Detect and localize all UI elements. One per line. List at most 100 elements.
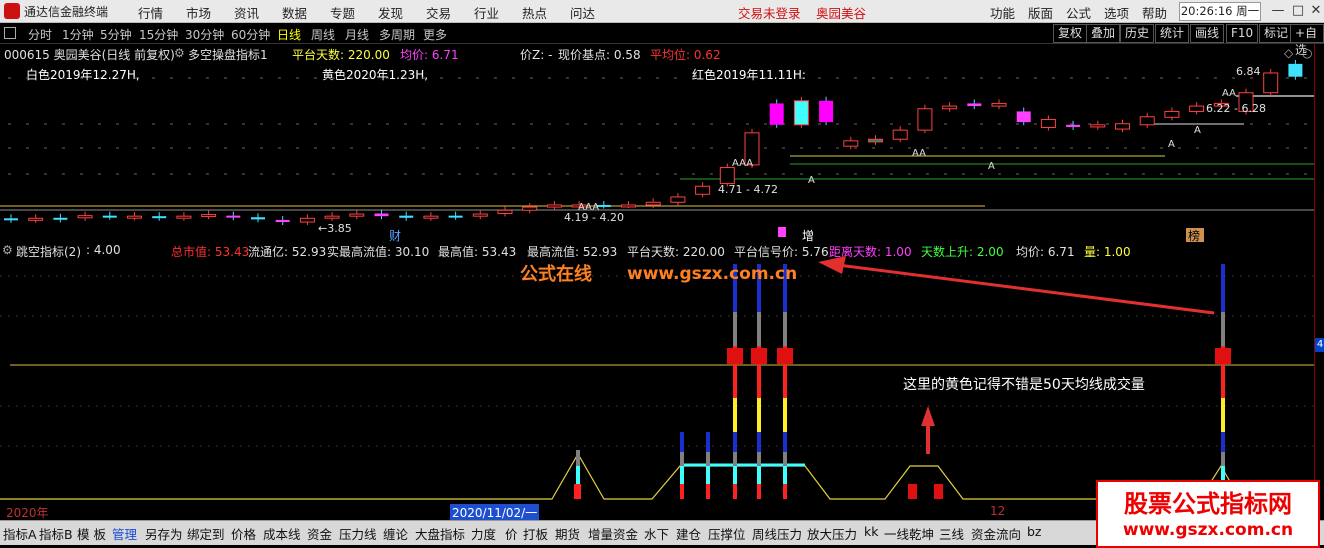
range-mid-label: 4.71 - 4.72 <box>718 183 778 196</box>
tab-template[interactable]: 模 板 <box>77 524 106 543</box>
indicator-bar <box>1221 264 1225 312</box>
draw-line-button[interactable]: 画线 <box>1190 24 1225 43</box>
cursor-date: 2020/11/02/一 <box>450 504 540 521</box>
indicator-chart[interactable]: 公式在线 www.gszx.com.cn 这里的黄色记得不错是50天均线成交量 <box>0 256 1314 506</box>
bang-badge[interactable]: 榜 <box>1188 228 1200 242</box>
restore-right-button[interactable]: 复权 <box>1053 24 1088 43</box>
tab-strength[interactable]: 力度 <box>471 524 496 543</box>
period-30min[interactable]: 30分钟 <box>185 26 224 43</box>
menu-layout[interactable]: 版面 <box>1028 3 1053 22</box>
period-monthly[interactable]: 月线 <box>345 26 369 43</box>
statistics-button[interactable]: 统计 <box>1155 24 1190 43</box>
f10-button[interactable]: F10 <box>1226 24 1259 43</box>
period-1min[interactable]: 1分钟 <box>62 26 94 43</box>
tab-market-indicator[interactable]: 大盘指标 <box>415 524 465 543</box>
zeng-badge[interactable]: 增 <box>802 229 814 242</box>
indicator-bar <box>680 466 684 484</box>
tab-save-as[interactable]: 另存为 <box>145 524 183 543</box>
tab-capital[interactable]: 资金 <box>307 524 332 543</box>
menu-hot[interactable]: 热点 <box>522 3 547 22</box>
overlay-button[interactable]: 叠加 <box>1086 24 1121 43</box>
tab-price-2[interactable]: 价 <box>505 524 518 543</box>
period-daily[interactable]: 日线 <box>277 26 301 43</box>
event-marker[interactable] <box>778 227 786 237</box>
menu-industry[interactable]: 行业 <box>474 3 499 22</box>
caiwu-badge[interactable]: 财 <box>389 229 401 242</box>
period-more[interactable]: 更多 <box>423 26 447 43</box>
period-15min[interactable]: 15分钟 <box>139 26 178 43</box>
tab-three-lines[interactable]: 三线 <box>939 524 964 543</box>
low-value: 3.85 <box>327 222 352 235</box>
candle <box>719 167 735 185</box>
tab-price[interactable]: 价格 <box>231 524 256 543</box>
tab-futures[interactable]: 期货 <box>555 524 580 543</box>
indicator-bar <box>757 484 761 499</box>
signal-square <box>727 348 743 364</box>
tab-support-resistance[interactable]: 压撑位 <box>708 524 746 543</box>
period-weekly[interactable]: 周线 <box>311 26 335 43</box>
indicator-bar <box>680 432 684 452</box>
indicator-bar <box>680 452 684 466</box>
candle <box>892 129 908 140</box>
stock-name-header: 奥园美谷 <box>816 6 867 21</box>
tab-kk[interactable]: kk <box>864 524 878 539</box>
indicator-bar <box>680 484 684 499</box>
add-watchlist-button[interactable]: +自选 <box>1290 24 1324 57</box>
right-scale: 4 <box>1314 44 1324 506</box>
candle <box>670 196 686 203</box>
tab-weekly-pressure[interactable]: 周线压力 <box>752 524 802 543</box>
menu-function[interactable]: 功能 <box>990 3 1015 22</box>
mark-button[interactable]: 标记 <box>1259 24 1294 43</box>
period-60min[interactable]: 60分钟 <box>231 26 270 43</box>
tab-amplify-pressure[interactable]: 放大压力 <box>807 524 857 543</box>
candle <box>621 204 636 208</box>
menu-data[interactable]: 数据 <box>282 3 307 22</box>
tab-incremental-capital[interactable]: 增量资金 <box>588 524 638 543</box>
a-mark-3: A <box>1168 139 1175 150</box>
tab-pressure-line[interactable]: 压力线 <box>339 524 377 543</box>
indicator-toggle-icon[interactable]: ⚙ <box>2 243 13 257</box>
candle <box>201 214 217 218</box>
login-status[interactable]: 交易未登录 <box>738 3 801 22</box>
a-mark-2: A <box>988 161 995 172</box>
high-label: 6.84 <box>1236 65 1261 78</box>
menu-market[interactable]: 市场 <box>186 3 211 22</box>
history-button[interactable]: 历史 <box>1120 24 1155 43</box>
tab-indicator-b[interactable]: 指标B <box>39 524 73 543</box>
tab-underwater[interactable]: 水下 <box>644 524 669 543</box>
tab-manage[interactable]: 管理 <box>112 524 137 543</box>
tab-limit-up[interactable]: 打板 <box>523 524 548 543</box>
menu-options[interactable]: 选项 <box>1104 3 1129 22</box>
candle <box>695 185 711 195</box>
close-icon[interactable]: ✕ <box>1304 1 1324 21</box>
period-5min[interactable]: 5分钟 <box>100 26 132 43</box>
tab-indicator-a[interactable]: 指标A <box>3 524 37 543</box>
tab-bind-to[interactable]: 绑定到 <box>187 524 225 543</box>
menu-ask[interactable]: 问达 <box>570 3 595 22</box>
candle <box>1263 72 1279 94</box>
tab-one-line[interactable]: 一线乾坤 <box>884 524 934 543</box>
signal-square <box>777 348 793 364</box>
panel-toggle-icon[interactable] <box>4 27 16 39</box>
menu-help[interactable]: 帮助 <box>1142 3 1167 22</box>
menu-news[interactable]: 资讯 <box>234 3 259 22</box>
tab-capital-flow[interactable]: 资金流向 <box>971 524 1021 543</box>
candle <box>299 217 315 223</box>
candle <box>819 100 834 123</box>
candle <box>522 206 538 211</box>
tab-bz[interactable]: bz <box>1027 524 1042 539</box>
menu-discover[interactable]: 发现 <box>378 3 403 22</box>
price-chart[interactable]: 6.84 6.22 - 6.28 4.71 - 4.72 4.19 - 4.20… <box>0 44 1314 242</box>
menu-topic[interactable]: 专题 <box>330 3 355 22</box>
menu-quote[interactable]: 行情 <box>138 3 163 22</box>
indicator-bar <box>733 432 737 452</box>
indicator-bar <box>757 452 761 466</box>
period-multi[interactable]: 多周期 <box>379 26 415 43</box>
tab-cost-line[interactable]: 成本线 <box>263 524 301 543</box>
candles <box>4 59 1303 226</box>
tab-chan-theory[interactable]: 缠论 <box>383 524 408 543</box>
menu-formula[interactable]: 公式 <box>1066 3 1091 22</box>
menu-trade[interactable]: 交易 <box>426 3 451 22</box>
period-timeshare[interactable]: 分时 <box>28 26 52 43</box>
tab-build-position[interactable]: 建仓 <box>676 524 701 543</box>
